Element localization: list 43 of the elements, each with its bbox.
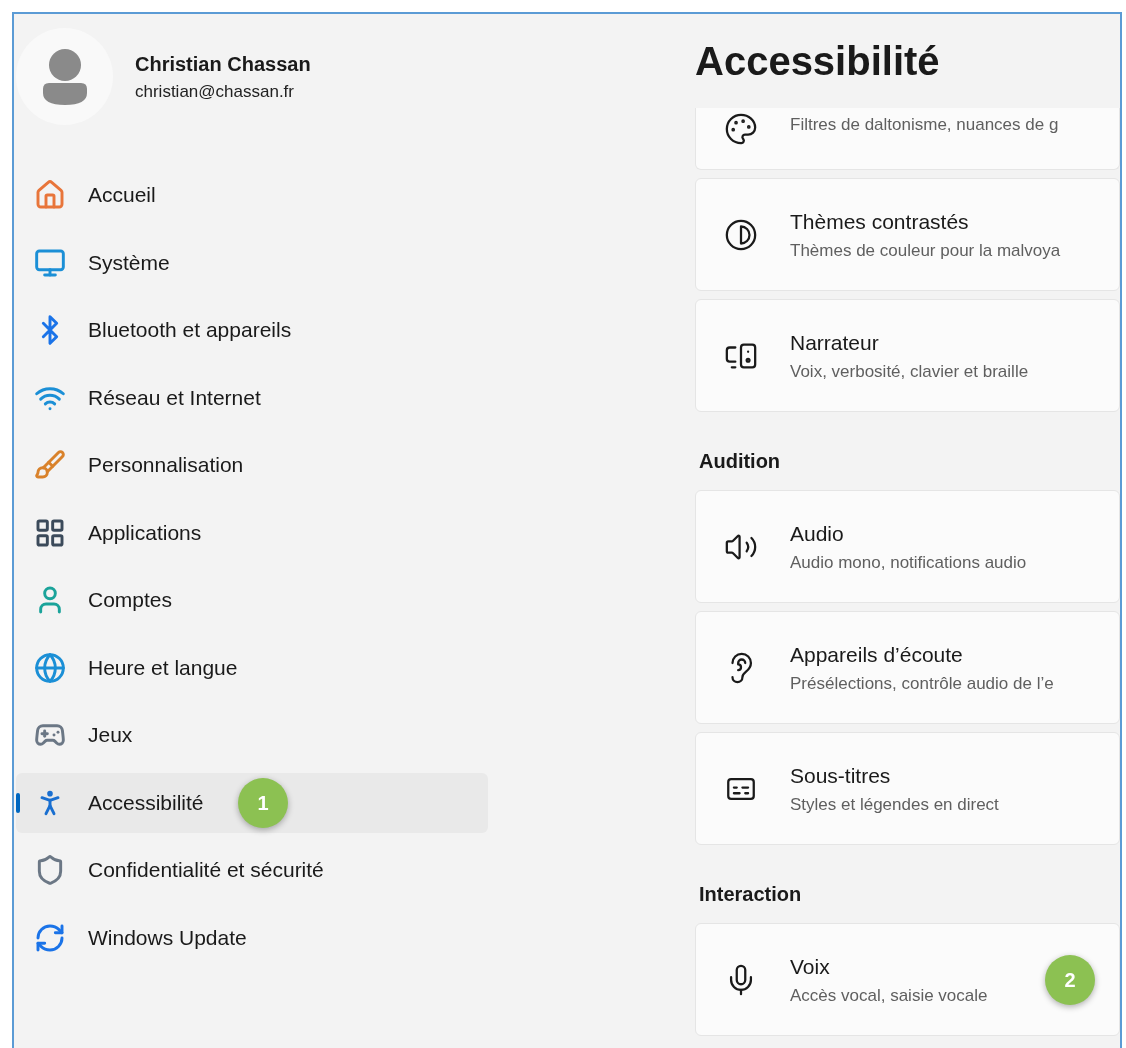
- card-subtitle: Voix, verbosité, clavier et braille: [790, 360, 1030, 383]
- card-title: Appareils d’écoute: [790, 642, 964, 668]
- settings-card[interactable]: Voix Accès vocal, saisie vocale 2: [695, 923, 1120, 1036]
- nav-item[interactable]: Confidentialité et sécurité: [16, 840, 488, 900]
- user-name: Christian Chassan: [135, 51, 311, 77]
- contrast-icon: [724, 217, 758, 252]
- settings-card[interactable]: Sous-titres Styles et légendes en direct: [695, 732, 1120, 845]
- user-email: christian@chassan.fr: [135, 80, 295, 103]
- card-subtitle: Thèmes de couleur pour la malvoya: [790, 239, 1062, 262]
- settings-card[interactable]: Audio Audio mono, notifications audio: [695, 490, 1120, 603]
- page-title: Accessibilité: [695, 38, 940, 85]
- nav-item[interactable]: Comptes: [16, 570, 488, 630]
- nav-item[interactable]: Accueil: [16, 165, 488, 225]
- card-title: Sous-titres: [790, 763, 892, 789]
- card-title: Voix: [790, 954, 831, 980]
- nav-item[interactable]: Applications: [16, 502, 488, 563]
- nav-item[interactable]: Réseau et Internet: [16, 367, 488, 428]
- selection-indicator: [16, 792, 20, 813]
- section-heading: Interaction: [699, 882, 803, 907]
- section-heading: Audition: [699, 449, 782, 474]
- nav-item[interactable]: Windows Update: [16, 907, 488, 968]
- settings-card[interactable]: Thèmes contrastés Thèmes de couleur pour la malvoya: [695, 178, 1120, 291]
- nav-item[interactable]: Jeux: [16, 705, 488, 765]
- settings-card[interactable]: Filtres de daltonisme, nuances de g: [695, 108, 1120, 170]
- card-subtitle: Accès vocal, saisie vocale: [790, 984, 989, 1007]
- card-subtitle: Audio mono, notifications audio: [790, 551, 1028, 574]
- settings-card[interactable]: Appareils d’écoute Présélections, contrôle audio de l’e: [695, 611, 1120, 724]
- number-badge: 2: [1045, 954, 1095, 1005]
- card-subtitle: Présélections, contrôle audio de l’e: [790, 672, 1055, 695]
- card-subtitle: Filtres de daltonisme, nuances de g: [790, 114, 1060, 136]
- settings-card[interactable]: Narrateur Voix, verbosité, clavier et braille: [695, 299, 1120, 412]
- globe-icon: [34, 651, 66, 684]
- card-title: Thèmes contrastés: [790, 209, 970, 235]
- brush-icon: [34, 449, 66, 481]
- card-subtitle: Styles et légendes en direct: [790, 793, 1000, 816]
- nav-item[interactable]: Bluetooth et appareils: [16, 300, 488, 360]
- nav-item[interactable]: Système: [16, 232, 488, 293]
- home-icon: [34, 179, 66, 211]
- card-title: Narrateur: [790, 330, 880, 356]
- card-title: Audio: [790, 521, 845, 547]
- palette-icon: [724, 112, 758, 146]
- nav-item[interactable]: Personnalisation: [16, 435, 488, 495]
- nav-item[interactable]: Heure et langue: [16, 637, 488, 698]
